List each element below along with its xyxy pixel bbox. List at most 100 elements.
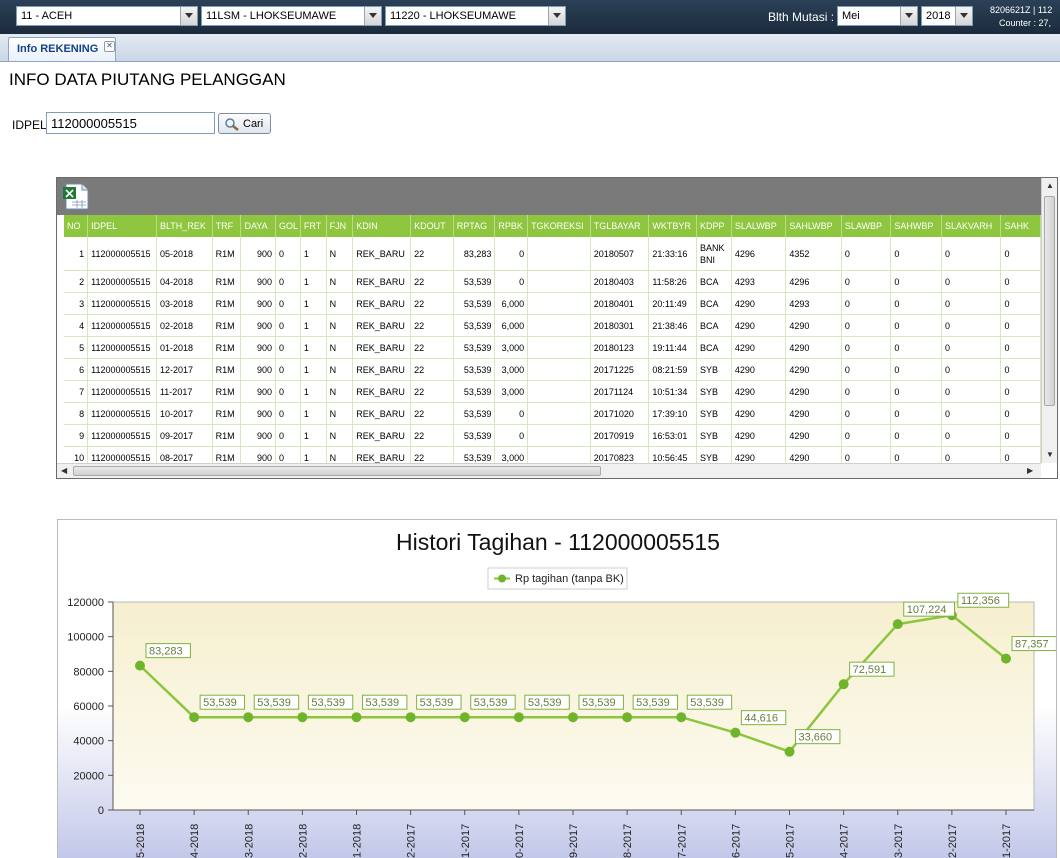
table-row[interactable]: 3 112000005515 03-2018 R1M 900 0 1 N REK_BARU 22 5… [64, 292, 1041, 315]
chevron-down-icon[interactable] [180, 7, 197, 25]
table-cell: R1M [212, 380, 242, 403]
table-cell: 11:58:26 [648, 270, 698, 293]
table-cell: 112000005515 [87, 424, 157, 447]
table-cell: 83,283 [453, 237, 496, 271]
table-cell: 0 [941, 336, 1002, 359]
table-cell: 22 [410, 292, 454, 315]
column-header-trf[interactable]: TRF [212, 215, 242, 237]
table-cell: 4290 [731, 358, 787, 381]
table-cell: 0 [941, 237, 1002, 271]
column-header-kdpp[interactable]: KDPP [696, 215, 732, 237]
chevron-down-icon[interactable] [548, 7, 565, 25]
year-select[interactable]: 2018 [921, 6, 973, 26]
table-row[interactable]: 2 112000005515 04-2018 R1M 900 0 1 N REK_BARU 22 5… [64, 270, 1041, 293]
unit-select[interactable]: 11 - ACEH [16, 6, 198, 26]
table-row[interactable]: 7 112000005515 11-2017 R1M 900 0 1 N REK_BARU 22 5… [64, 380, 1041, 403]
table-cell: 04-2018 [156, 270, 213, 293]
table-cell: 0 [941, 314, 1002, 337]
table-cell: REK_BARU [352, 270, 412, 293]
column-header-idpel[interactable]: IDPEL [87, 215, 157, 237]
table-cell: REK_BARU [352, 292, 412, 315]
table-cell: REK_BARU [352, 446, 412, 463]
search-button-label: Cari [243, 118, 264, 130]
table-cell: 4290 [785, 358, 842, 381]
column-header-slakvarh[interactable]: SLAKVARH [941, 215, 1002, 237]
table-cell: R1M [212, 270, 242, 293]
table-cell: 0 [1000, 314, 1041, 337]
idpel-input[interactable] [46, 112, 215, 134]
table-cell: 0 [941, 424, 1002, 447]
table-cell: 0 [890, 314, 942, 337]
column-header-gol[interactable]: GOL [275, 215, 301, 237]
table-row[interactable]: 9 112000005515 09-2017 R1M 900 0 1 N REK_BARU 22 5… [64, 424, 1041, 447]
tab-info-rekening[interactable]: Info REKENING ✕ [8, 37, 116, 61]
table-cell [527, 336, 591, 359]
table-header-row: NO IDPEL BLTH_REK TRF DAYA GOL FRT FJN KDIN KDOUT… [64, 215, 1041, 237]
column-header-wktbyr[interactable]: WKTBYR [648, 215, 698, 237]
data-label: 72,591 [853, 664, 887, 676]
table-cell: 4293 [731, 270, 787, 293]
table-cell: 112000005515 [87, 446, 157, 463]
table-cell: REK_BARU [352, 424, 412, 447]
column-header-frt[interactable]: FRT [300, 215, 327, 237]
scroll-right-icon[interactable]: ▶ [1027, 466, 1033, 475]
table-cell: 16:53:01 [648, 424, 698, 447]
table-row[interactable]: 5 112000005515 01-2018 R1M 900 0 1 N REK_BARU 22 5… [64, 336, 1041, 359]
column-header-rptag[interactable]: RPTAG [453, 215, 496, 237]
vertical-scrollbar[interactable]: ▲ ▼ [1041, 178, 1057, 463]
data-point [405, 712, 416, 723]
chevron-down-icon[interactable] [364, 7, 381, 25]
horizontal-scrollbar[interactable]: ◀ ▶ [57, 463, 1041, 478]
table-cell: 0 [275, 402, 301, 425]
area-select[interactable]: 11LSM - LHOKSEUMAWE [201, 6, 382, 26]
table-row[interactable]: 6 112000005515 12-2017 R1M 900 0 1 N REK_BARU 22 5… [64, 358, 1041, 381]
table-row[interactable]: 8 112000005515 10-2017 R1M 900 0 1 N REK_BARU 22 5… [64, 402, 1041, 425]
search-button[interactable]: Cari [218, 113, 271, 134]
table-cell: N [326, 270, 354, 293]
column-header-sahk[interactable]: SAHK [1000, 215, 1041, 237]
rayon-select[interactable]: 11220 - LHOKSEUMAWE [385, 6, 566, 26]
column-header-kdout[interactable]: KDOUT [410, 215, 454, 237]
close-icon[interactable]: ✕ [104, 41, 115, 52]
table-row[interactable]: 10 112000005515 08-2017 R1M 900 0 1 N REK_BARU 22… [64, 446, 1041, 463]
table-row[interactable]: 1 112000005515 05-2018 R1M 900 0 1 N REK_BARU 22 8… [64, 237, 1041, 271]
scroll-left-icon[interactable]: ◀ [61, 466, 67, 475]
x-tick-label: 0-2017 [514, 824, 526, 858]
x-tick-label: 6-2017 [730, 824, 742, 858]
column-header-sahwbp[interactable]: SAHWBP [890, 215, 942, 237]
table-cell: 1 [300, 314, 327, 337]
table-row[interactable]: 4 112000005515 02-2018 R1M 900 0 1 N REK_BARU 22 5… [64, 314, 1041, 337]
table-cell: 6,000 [494, 314, 529, 337]
table-cell: 20180401 [590, 292, 650, 315]
table-cell [527, 380, 591, 403]
data-label: 53,539 [690, 697, 724, 709]
column-header-tgkoreksi[interactable]: TGKOREKSI [527, 215, 591, 237]
table-cell: 900 [240, 314, 277, 337]
column-header-blth-rek[interactable]: BLTH_REK [156, 215, 213, 237]
vertical-scroll-thumb[interactable] [1044, 196, 1055, 406]
chevron-down-icon[interactable] [955, 7, 972, 25]
column-header-daya[interactable]: DAYA [240, 215, 277, 237]
column-header-rpbk[interactable]: RPBK [494, 215, 529, 237]
table-cell: 4293 [785, 292, 842, 315]
scroll-down-icon[interactable]: ▼ [1046, 450, 1054, 459]
chevron-down-icon[interactable] [900, 7, 917, 25]
column-header-slawbp[interactable]: SLAWBP [841, 215, 892, 237]
month-select[interactable]: Mei [837, 6, 918, 26]
table-cell: 3,000 [494, 336, 529, 359]
y-tick-label: 120000 [67, 597, 104, 609]
horizontal-scroll-thumb[interactable] [73, 466, 601, 476]
column-header-no[interactable]: NO [64, 215, 89, 237]
table-cell: N [326, 380, 354, 403]
column-header-fjn[interactable]: FJN [326, 215, 354, 237]
table-cell: 53,539 [453, 314, 496, 337]
column-header-sahlwbp[interactable]: SAHLWBP [785, 215, 842, 237]
table-cell: 0 [1000, 446, 1041, 463]
column-header-slalwbp[interactable]: SLALWBP [731, 215, 787, 237]
column-header-kdin[interactable]: KDIN [352, 215, 412, 237]
excel-export-icon[interactable] [62, 182, 90, 215]
scroll-up-icon[interactable]: ▲ [1046, 181, 1054, 190]
data-label: 83,283 [149, 646, 183, 658]
y-tick-label: 80000 [73, 666, 104, 678]
column-header-tglbayar[interactable]: TGLBAYAR [590, 215, 650, 237]
